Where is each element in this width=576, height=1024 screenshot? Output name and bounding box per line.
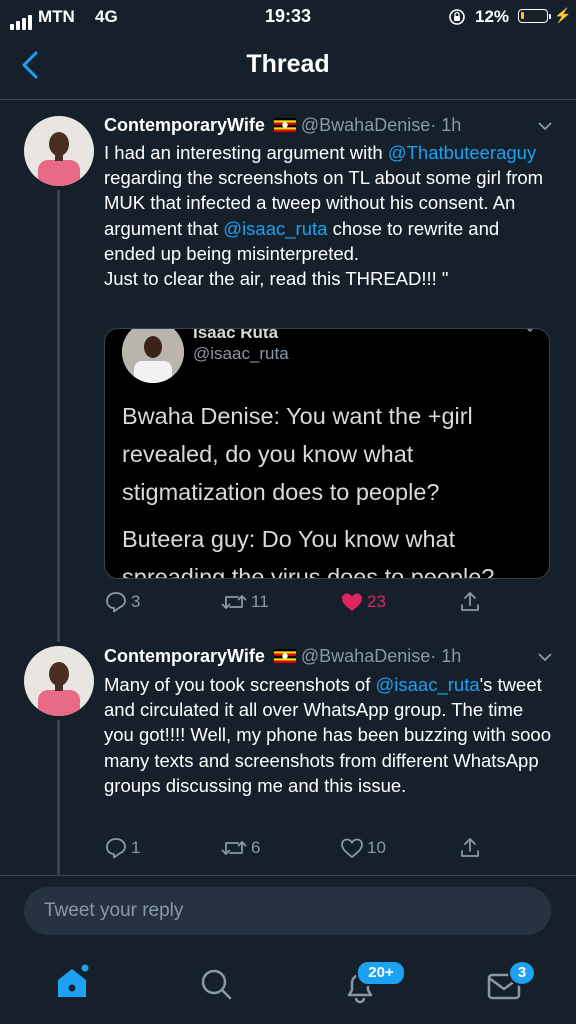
quoted-text-line: revealed, do you know what: [122, 441, 414, 467]
charging-icon: ⚡: [554, 7, 572, 23]
quoted-text-line: stigmatization does to people?: [122, 479, 440, 505]
thread-connector-line: [57, 720, 60, 875]
reply-button[interactable]: 1: [104, 836, 140, 860]
search-icon[interactable]: [196, 964, 236, 1004]
retweet-icon: [221, 595, 247, 609]
like-count: 10: [367, 838, 386, 857]
retweet-count: 6: [251, 838, 261, 857]
like-button[interactable]: 23: [340, 590, 386, 614]
user-handle[interactable]: @BwahaDenise: [301, 646, 430, 666]
chevron-down-icon[interactable]: [537, 118, 553, 134]
reply-divider: [0, 875, 576, 876]
home-icon[interactable]: [52, 962, 92, 1002]
chevron-down-icon[interactable]: [537, 649, 553, 665]
heart-filled-icon: [342, 593, 362, 611]
reply-count: 1: [131, 838, 141, 857]
mention-link[interactable]: @Thatbuteeraguy: [388, 142, 536, 163]
tweet-text: Many of you took screenshots of @isaac_r…: [104, 674, 552, 796]
reply-icon: [106, 838, 126, 859]
battery-percent: 12%: [475, 7, 510, 26]
reply-icon: [106, 592, 126, 613]
tweet-media-image[interactable]: Isaac Ruta @isaac_ruta Bwaha Denise: You…: [104, 328, 550, 579]
quoted-handle: @isaac_ruta: [193, 344, 289, 363]
messages-badge: 3: [508, 960, 536, 986]
quoted-chevron-icon: [526, 329, 534, 333]
thread-connector-line: [57, 190, 60, 642]
mention-link[interactable]: @isaac_ruta: [223, 218, 327, 239]
share-button[interactable]: [458, 590, 482, 614]
page-title: Thread: [246, 50, 330, 78]
like-button[interactable]: 10: [340, 836, 386, 860]
uganda-flag-icon: [273, 649, 296, 663]
user-handle[interactable]: @BwahaDenise: [301, 115, 430, 135]
quoted-text-line: Buteera guy: Do You know what: [122, 526, 456, 552]
notifications-badge: 20+: [356, 960, 406, 986]
orientation-lock-icon: [449, 9, 465, 25]
avatar[interactable]: [24, 116, 94, 186]
status-bar: MTN 4G 19:33 12% ⚡: [0, 0, 576, 34]
tweet-text: I had an interesting argument with @That…: [104, 142, 544, 290]
display-name[interactable]: ContemporaryWife: [104, 115, 265, 135]
battery-tip: [549, 14, 551, 19]
quoted-avatar: [122, 329, 184, 383]
tweet-header: ContemporaryWife @BwahaDenise· 1h: [104, 646, 461, 667]
mention-link[interactable]: @isaac_ruta: [375, 674, 479, 695]
share-icon: [461, 838, 479, 857]
quoted-text-line: Bwaha Denise: You want the +girl: [122, 403, 473, 429]
tweet-header: ContemporaryWife @BwahaDenise· 1h: [104, 115, 461, 136]
header-divider: [0, 99, 576, 100]
retweet-count: 11: [251, 592, 269, 611]
quoted-text-line: spreading the virus does to people?: [122, 564, 495, 579]
share-icon: [461, 592, 479, 611]
like-count: 23: [367, 592, 386, 611]
reply-count: 3: [131, 592, 141, 611]
retweet-button[interactable]: 11: [220, 590, 269, 614]
heart-outline-icon: [341, 838, 363, 859]
uganda-flag-icon: [273, 118, 296, 132]
avatar[interactable]: [24, 646, 94, 716]
display-name[interactable]: ContemporaryWife: [104, 646, 265, 666]
retweet-button[interactable]: 6: [220, 836, 260, 860]
retweet-icon: [221, 841, 247, 855]
tweet-time: · 1h: [430, 646, 462, 666]
quoted-name: Isaac Ruta: [193, 328, 279, 342]
tweet-time: · 1h: [430, 115, 462, 135]
battery-icon: [518, 9, 548, 23]
reply-button[interactable]: 3: [104, 590, 140, 614]
share-button[interactable]: [458, 836, 482, 860]
reply-input[interactable]: Tweet your reply: [24, 887, 551, 935]
